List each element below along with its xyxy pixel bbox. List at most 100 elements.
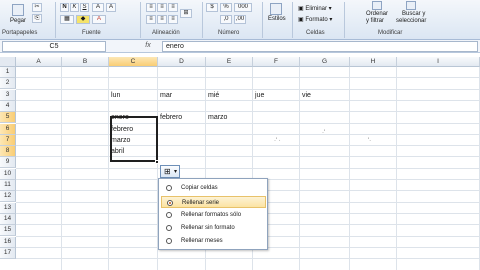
group-separator <box>140 2 141 38</box>
row-header-6[interactable]: 6 <box>0 123 16 135</box>
paste-icon[interactable] <box>12 4 24 16</box>
autofill-options-button[interactable]: ⊞ ▾ <box>160 165 180 178</box>
autofill-item-label: Rellenar meses <box>181 238 223 244</box>
autofill-fill-series[interactable]: Rellenar serie <box>161 196 266 208</box>
column-header-a[interactable]: A <box>16 57 62 67</box>
row-header-10[interactable]: 10 <box>0 168 16 180</box>
row-header-14[interactable]: 14 <box>0 213 16 225</box>
paste-button[interactable]: Pegar <box>10 18 26 25</box>
column-header-g[interactable]: G <box>300 57 350 67</box>
group-numero: Número <box>218 30 240 36</box>
selected-range <box>110 116 158 162</box>
column-header-d[interactable]: D <box>158 57 206 67</box>
chevron-down-icon: ▾ <box>174 169 178 175</box>
italic-button[interactable]: K <box>70 3 79 12</box>
row-header-4[interactable]: 4 <box>0 100 16 112</box>
column-header-b[interactable]: B <box>62 57 109 67</box>
align-right-icon[interactable]: ≡ <box>168 15 178 24</box>
styles-button[interactable]: Estilos <box>268 16 286 23</box>
increase-decimal-icon[interactable]: ,0 <box>220 15 232 24</box>
row-header-15[interactable]: 15 <box>0 225 16 237</box>
cell-artifact: '· <box>368 138 372 144</box>
fill-handle[interactable] <box>155 160 159 164</box>
merge-cells-icon[interactable]: ⊞ <box>180 9 192 18</box>
font-size-decrease-button[interactable]: A <box>106 3 116 12</box>
sort-filter-label[interactable]: Ordenar <box>366 11 388 18</box>
row-header-5[interactable]: 5 <box>0 112 16 124</box>
group-fuente: Fuente <box>82 30 101 36</box>
grid-line <box>16 145 480 147</box>
group-separator <box>344 2 345 38</box>
autofill-item-label: Rellenar sin formato <box>181 225 235 231</box>
align-center-icon[interactable]: ≡ <box>157 15 167 24</box>
find-select-icon[interactable] <box>406 1 416 10</box>
name-box[interactable]: C5 <box>2 41 106 52</box>
font-size-increase-button[interactable]: A <box>92 3 104 12</box>
cell-d5[interactable]: febrero <box>158 112 206 123</box>
font-color-icon[interactable]: A <box>92 15 106 24</box>
row-header-1[interactable]: 1 <box>0 67 16 78</box>
percent-button[interactable]: % <box>220 3 232 12</box>
row-header-9[interactable]: 9 <box>0 157 16 169</box>
align-middle-icon[interactable]: ≡ <box>157 3 167 12</box>
fill-color-icon[interactable]: ◆ <box>76 15 90 24</box>
align-left-icon[interactable]: ≡ <box>146 15 156 24</box>
find-select-label[interactable]: Buscar y <box>402 11 425 18</box>
styles-icon[interactable] <box>270 3 282 15</box>
align-top-icon[interactable]: ≡ <box>146 3 156 12</box>
row-header-12[interactable]: 12 <box>0 191 16 203</box>
find-select-label-2[interactable]: seleccionar <box>396 18 426 25</box>
delete-cells-button[interactable]: ▣ Eliminar ▾ <box>298 6 332 13</box>
column-header-c[interactable]: C <box>109 57 158 67</box>
cell-e5[interactable]: marzo <box>206 112 253 123</box>
cell-g3[interactable]: vie <box>300 90 350 101</box>
row-header-2[interactable]: 2 <box>0 78 16 90</box>
formula-bar: C5 fx enero <box>0 40 480 53</box>
column-header-h[interactable]: H <box>350 57 397 67</box>
autofill-fill-without-formatting[interactable]: Rellenar sin formato <box>161 222 266 234</box>
group-separator <box>262 2 263 38</box>
cell-c3[interactable]: lun <box>109 90 158 101</box>
grid-line <box>16 133 480 135</box>
thousands-button[interactable]: 000 <box>234 3 252 12</box>
cut-icon[interactable]: ✂ <box>32 3 42 12</box>
autofill-fill-months[interactable]: Rellenar meses <box>161 235 266 247</box>
sort-filter-icon[interactable] <box>372 1 382 10</box>
select-all-corner[interactable] <box>0 57 16 67</box>
row-header-3[interactable]: 3 <box>0 89 16 101</box>
fx-icon[interactable]: fx <box>138 41 158 52</box>
radio-icon <box>166 185 172 191</box>
align-bottom-icon[interactable]: ≡ <box>168 3 178 12</box>
row-header-11[interactable]: 11 <box>0 180 16 191</box>
copy-icon[interactable]: ⎘ <box>32 14 42 23</box>
row-header-17[interactable]: 17 <box>0 247 16 259</box>
column-header-i[interactable]: I <box>397 57 480 67</box>
currency-icon[interactable]: $ <box>206 3 218 12</box>
cell-e3[interactable]: mié <box>206 90 253 101</box>
format-cells-button[interactable]: ▣ Formato ▾ <box>298 17 332 24</box>
autofill-item-label: Copiar celdas <box>181 185 218 191</box>
cell-d3[interactable]: mar <box>158 90 206 101</box>
radio-selected-icon <box>167 200 173 206</box>
decrease-decimal-icon[interactable]: ,00 <box>234 15 246 24</box>
column-header-e[interactable]: E <box>206 57 253 67</box>
row-header-16[interactable]: 16 <box>0 236 16 248</box>
group-portapapeles: Portapapeles <box>2 30 38 36</box>
bold-button[interactable]: N <box>60 3 69 12</box>
borders-icon[interactable]: ▦ <box>60 15 74 24</box>
underline-button[interactable]: S <box>80 3 89 12</box>
group-separator <box>55 2 56 38</box>
cell-artifact: ·' <box>322 130 326 136</box>
column-header-f[interactable]: F <box>253 57 300 67</box>
autofill-copy-cells[interactable]: Copiar celdas <box>161 182 266 194</box>
row-header-8[interactable]: 8 <box>0 146 16 158</box>
cell-artifact: ·' · <box>274 138 281 144</box>
row-header-7[interactable]: 7 <box>0 134 16 146</box>
cell-f3[interactable]: jue <box>253 90 300 101</box>
sort-filter-label-2[interactable]: y filtrar <box>366 18 384 25</box>
autofill-fill-formatting-only[interactable]: Rellenar formatos sólo <box>161 209 266 221</box>
autofill-item-label: Rellenar formatos sólo <box>181 212 242 218</box>
formula-input[interactable]: enero <box>162 41 478 52</box>
group-separator <box>292 2 293 38</box>
row-header-13[interactable]: 13 <box>0 202 16 214</box>
